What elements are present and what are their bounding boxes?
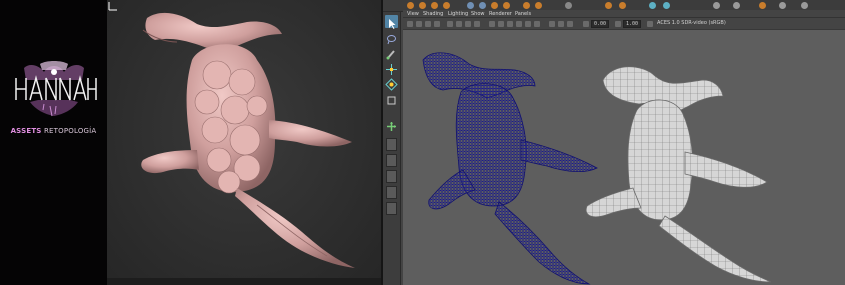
menu-view[interactable]: View xyxy=(407,10,419,18)
last-tool[interactable] xyxy=(385,118,398,131)
logo-caption: ASSETS RETOPOLOGÍA xyxy=(0,127,107,135)
maya-window: View Shading Lighting Show Renderer Pane… xyxy=(383,0,845,285)
shelf-icon-6[interactable] xyxy=(479,2,486,9)
hannah-logo xyxy=(15,61,97,117)
menu-lighting[interactable]: Lighting xyxy=(448,10,468,18)
shelf-icon-15[interactable] xyxy=(663,2,670,9)
camera-icon[interactable] xyxy=(407,21,413,27)
axis-gizmo-icon xyxy=(108,2,117,11)
grid-icon[interactable] xyxy=(447,21,453,27)
gamma-field[interactable]: 1.00 xyxy=(623,20,641,28)
shelf-icon-9[interactable] xyxy=(523,2,530,9)
wireframe-icon[interactable] xyxy=(489,21,495,27)
camera-attributes-icon[interactable] xyxy=(416,21,422,27)
last-tool-icon xyxy=(387,122,396,131)
persp-outliner-layout-button[interactable] xyxy=(386,186,397,199)
paint-select-tool[interactable] xyxy=(385,46,398,60)
shelf-icon-18[interactable] xyxy=(759,2,766,9)
sculpt-viewport[interactable] xyxy=(107,0,381,285)
isolate-select-icon[interactable] xyxy=(549,21,555,27)
paint-select-icon xyxy=(386,50,395,60)
smooth-shade-icon[interactable] xyxy=(498,21,504,27)
lasso-icon xyxy=(387,35,396,45)
lasso-tool[interactable] xyxy=(385,31,398,45)
scale-tool[interactable] xyxy=(385,92,398,105)
side-by-side-layout-button[interactable] xyxy=(386,170,397,183)
shelf-icon-17[interactable] xyxy=(733,2,740,9)
retopo-mesh xyxy=(585,66,772,283)
color-management-icon[interactable] xyxy=(647,21,653,27)
shelf-icon-12[interactable] xyxy=(605,2,612,9)
maya-viewport[interactable]: View Shading Lighting Show Renderer Pane… xyxy=(403,10,845,285)
move-icon xyxy=(386,64,397,75)
menu-show[interactable]: Show xyxy=(471,10,485,18)
menu-panels[interactable]: Panels xyxy=(515,10,531,18)
gate-mask-icon[interactable] xyxy=(474,21,480,27)
scale-icon xyxy=(387,96,396,105)
panel-toolbar: 0.00 1.00 ACES 1.0 SDR-video (sRGB) xyxy=(403,18,845,30)
arrow-select-icon xyxy=(389,19,396,29)
shelf-icon-2[interactable] xyxy=(419,2,426,9)
exposure-icon[interactable] xyxy=(583,21,589,27)
menu-shading[interactable]: Shading xyxy=(423,10,443,18)
shelf-icon-11[interactable] xyxy=(565,2,572,9)
xray-icon[interactable] xyxy=(558,21,564,27)
shadows-icon[interactable] xyxy=(534,21,540,27)
rotate-icon xyxy=(385,78,398,91)
exposure-field[interactable]: 0.00 xyxy=(591,20,609,28)
persp-graph-layout-button[interactable] xyxy=(386,202,397,215)
film-gate-icon[interactable] xyxy=(456,21,462,27)
rotate-tool[interactable] xyxy=(385,76,398,91)
panel-menu-bar: View Shading Lighting Show Renderer Pane… xyxy=(403,10,845,18)
resolution-gate-icon[interactable] xyxy=(465,21,471,27)
shelf-icon-10[interactable] xyxy=(535,2,542,9)
retopology-meshes xyxy=(422,52,772,285)
shelf-icon-4[interactable] xyxy=(443,2,450,9)
shelf-icon-16[interactable] xyxy=(713,2,720,9)
dense-mesh xyxy=(422,52,598,285)
shelf-icon-7[interactable] xyxy=(491,2,498,9)
caption-retopologia: RETOPOLOGÍA xyxy=(43,127,97,135)
xray-joints-icon[interactable] xyxy=(567,21,573,27)
wireframe-on-shaded-icon[interactable] xyxy=(507,21,513,27)
caption-assets: ASSETS xyxy=(10,127,42,135)
move-tool[interactable] xyxy=(385,61,398,75)
single-view-layout-button[interactable] xyxy=(386,138,397,151)
shelf-icon-20[interactable] xyxy=(801,2,808,9)
lights-icon[interactable] xyxy=(525,21,531,27)
shelf-icon-1[interactable] xyxy=(407,2,414,9)
toolbox xyxy=(383,12,401,285)
image-plane-icon[interactable] xyxy=(434,21,440,27)
gamma-icon[interactable] xyxy=(615,21,621,27)
sculpt-model xyxy=(141,12,355,268)
shelf-icon-19[interactable] xyxy=(779,2,786,9)
four-view-layout-button[interactable] xyxy=(386,154,397,167)
bookmark-icon[interactable] xyxy=(425,21,431,27)
shelf-icon-3[interactable] xyxy=(431,2,438,9)
shelf-icon-8[interactable] xyxy=(503,2,510,9)
shelf-icon-14[interactable] xyxy=(649,2,656,9)
shelf-icon-13[interactable] xyxy=(619,2,626,9)
sculpt-status-strip xyxy=(107,278,381,285)
menu-renderer[interactable]: Renderer xyxy=(489,10,512,18)
select-tool[interactable] xyxy=(385,15,398,29)
shelf-icon-5[interactable] xyxy=(467,2,474,9)
color-space-label[interactable]: ACES 1.0 SDR-video (sRGB) xyxy=(657,19,726,27)
textured-icon[interactable] xyxy=(516,21,522,27)
logo-panel: ASSETS RETOPOLOGÍA xyxy=(0,0,107,285)
